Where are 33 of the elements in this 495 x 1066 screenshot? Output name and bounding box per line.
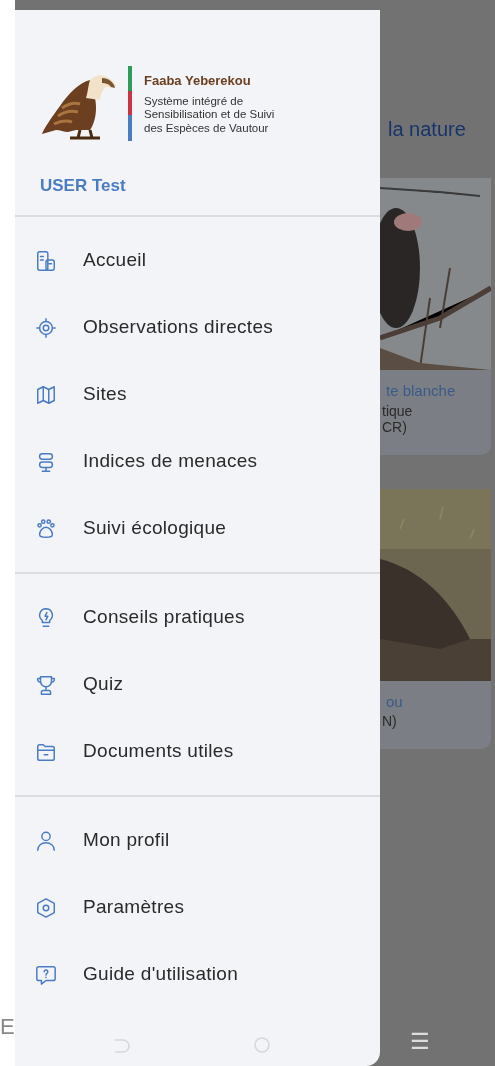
card-text: CR) [381, 418, 407, 437]
app-subtitle: Sensibilisation et de Suivi [144, 108, 275, 123]
menu-item[interactable]: Conseils pratiques [15, 584, 380, 651]
card-text: N) [381, 713, 398, 732]
menu-item[interactable]: Paramètres [15, 874, 380, 941]
card-text: tique [381, 402, 414, 419]
help-icon [35, 963, 57, 986]
app-subtitle: Système intégré de [144, 94, 245, 109]
paw-icon [35, 517, 57, 540]
trophy-icon [35, 673, 57, 696]
card-title: te blanche [385, 381, 457, 401]
home-icon[interactable] [253, 1036, 271, 1054]
menu-item[interactable]: Sites [15, 361, 380, 428]
menu-icon[interactable]: ☰ [410, 1025, 430, 1058]
target-icon [35, 316, 57, 339]
building-icon [35, 249, 57, 272]
menu-item[interactable]: Indices de menaces [15, 428, 380, 495]
menu-item[interactable]: Suivi écologique [15, 495, 380, 562]
menu-item[interactable]: Guide d'utilisation [15, 941, 380, 1008]
menu-item[interactable]: Accueil [15, 227, 380, 294]
menu-item[interactable]: Documents utiles [15, 718, 380, 785]
person-icon [35, 829, 57, 852]
section-heading: la nature [387, 117, 467, 142]
app-subtitle: des Espèces de Vautour [144, 122, 270, 136]
card-title: ou [385, 691, 404, 712]
user-name: USER Test [40, 175, 127, 197]
menu-item[interactable]: Mon profil [15, 807, 380, 874]
settings-icon [35, 896, 57, 919]
map-icon [35, 383, 57, 406]
menu-item[interactable]: Observations directes [15, 294, 380, 361]
menu-item[interactable]: Quiz [15, 651, 380, 718]
app-title: Faaba Yeberekou [144, 72, 252, 91]
side-text: E [0, 1016, 15, 1038]
